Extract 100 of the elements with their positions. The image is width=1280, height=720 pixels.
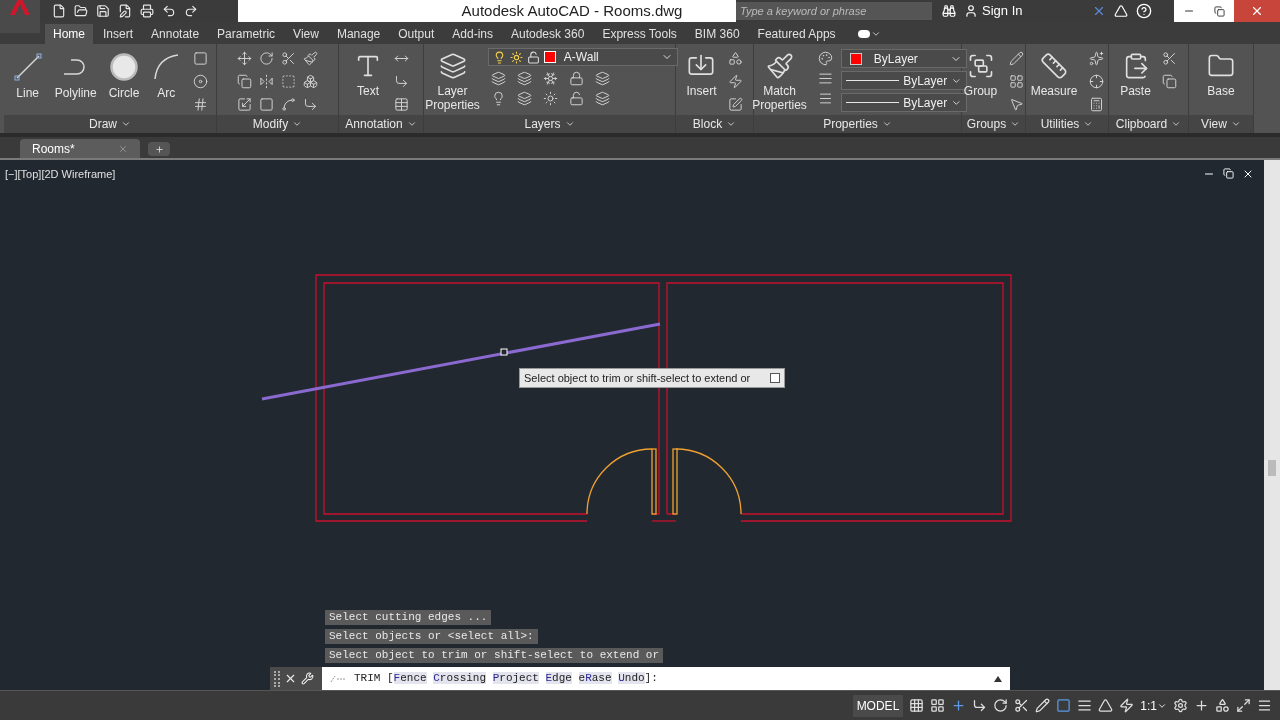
ribbon-tool[interactable]: Text <box>350 48 386 98</box>
sun-icon <box>543 90 559 106</box>
scale-button[interactable]: 1:1 <box>1140 696 1167 715</box>
caret-icon <box>292 119 303 129</box>
search-field[interactable]: Type a keyword or phrase <box>736 2 932 20</box>
cut-icon <box>1162 50 1178 66</box>
redo-button[interactable] <box>184 4 198 18</box>
ribbon-tool[interactable]: Paste <box>1116 48 1155 98</box>
ribbon-tool[interactable]: Line <box>8 48 47 100</box>
panel-title[interactable]: Block <box>676 115 753 133</box>
caret-icon <box>1083 119 1094 129</box>
model-button[interactable]: MODEL <box>852 694 904 717</box>
ribbon-tool[interactable]: Base <box>1203 48 1239 98</box>
print-button[interactable] <box>140 4 154 18</box>
ruler-icon <box>1040 52 1068 80</box>
undo-button[interactable] <box>162 4 176 18</box>
add-icon <box>1194 698 1209 713</box>
ribbon-tab[interactable]: Manage <box>328 24 389 44</box>
ribbon-options-button[interactable] <box>857 29 881 39</box>
settings-button[interactable] <box>1173 698 1188 713</box>
ribbon-tab[interactable]: Featured Apps <box>749 24 844 44</box>
panel-title[interactable]: View <box>1189 115 1253 133</box>
layer-name: A-Wall <box>563 49 600 66</box>
plus-icon <box>154 144 164 154</box>
open-button[interactable] <box>74 4 88 18</box>
scrollbar-thumb[interactable] <box>1268 460 1276 476</box>
ribbon-tool[interactable]: Insert <box>682 48 721 98</box>
new-button[interactable] <box>52 4 66 18</box>
menu-button[interactable] <box>1257 698 1272 713</box>
color-dropdown[interactable]: ByLayer <box>840 49 967 68</box>
ribbon-tab[interactable]: View <box>285 24 327 44</box>
close-icon[interactable] <box>1242 168 1254 180</box>
lightning-icon <box>728 73 743 89</box>
unlock-icon <box>569 90 585 106</box>
panel-title[interactable]: Modify <box>217 115 338 133</box>
panel-title[interactable]: Properties <box>754 115 961 133</box>
layer-dropdown[interactable]: A-Wall <box>487 48 678 66</box>
open-icon <box>74 4 88 18</box>
grid-button[interactable] <box>909 698 925 713</box>
prompt-icon <box>330 674 346 683</box>
binoculars-icon[interactable] <box>942 4 956 18</box>
caret-icon <box>870 29 881 39</box>
grid-icon <box>192 96 208 112</box>
ribbon-tab[interactable]: Insert <box>95 24 142 44</box>
vertical-scrollbar[interactable] <box>1264 160 1280 690</box>
layers-icon <box>595 70 611 86</box>
save-icon <box>96 4 110 18</box>
save-button[interactable] <box>96 4 110 18</box>
ribbon-tool[interactable]: Layer Properties <box>421 48 484 112</box>
ribbon-tab[interactable]: Annotate <box>143 24 208 44</box>
layers-icon <box>595 90 611 106</box>
layers-icon <box>438 52 467 80</box>
pointer-icon <box>1008 96 1024 112</box>
viewport-controls[interactable]: [−][Top][2D Wireframe] <box>5 166 116 183</box>
lock-icon <box>569 70 585 86</box>
panel-title[interactable]: Draw <box>4 115 216 133</box>
caret-icon <box>406 119 417 129</box>
expand-icon <box>770 373 780 383</box>
tooltip-text: Select object to trim or shift-select to extend or <box>524 370 751 386</box>
save-as-button[interactable] <box>118 4 132 18</box>
ribbon-tab[interactable]: Add-ins <box>444 24 501 44</box>
ribbon-tool[interactable]: Polyline <box>50 48 101 100</box>
sparkle-icon <box>1088 50 1104 66</box>
restore-icon <box>1213 5 1225 17</box>
help-icon[interactable] <box>1136 3 1152 19</box>
history-arrow-icon[interactable] <box>994 675 1002 682</box>
ribbon-tab[interactable]: Output <box>390 24 443 44</box>
lineweight-button[interactable] <box>1077 698 1093 713</box>
ribbon-tab[interactable]: Home <box>45 24 93 44</box>
panel-title[interactable]: Utilities <box>1026 115 1108 133</box>
ribbon-tool[interactable]: Measure <box>1026 48 1082 98</box>
curve-icon <box>281 96 296 112</box>
undo-icon <box>162 4 176 18</box>
ribbon-tab[interactable]: Parametric <box>209 24 284 44</box>
toggle-icon <box>857 30 870 38</box>
fullscreen-button[interactable] <box>1236 698 1251 713</box>
command-input[interactable]: TRIM [Fence Crossing Project Edge eRase Undo]: <box>322 667 1010 690</box>
close-icon[interactable] <box>284 672 297 685</box>
ribbon-tool[interactable]: Match Properties <box>748 48 811 112</box>
settings-icon <box>1173 698 1188 713</box>
panel-title[interactable]: Layers <box>424 115 675 133</box>
add-button[interactable] <box>1194 698 1209 713</box>
file-tab[interactable]: Rooms* <box>20 139 140 158</box>
triangle-icon[interactable] <box>1114 4 1128 18</box>
settings-icon[interactable] <box>301 672 314 685</box>
caret-icon <box>564 119 575 129</box>
restore-icon[interactable] <box>1223 168 1234 179</box>
panel-title[interactable]: Groups <box>962 115 1025 133</box>
grip-handle[interactable] <box>500 348 508 356</box>
caret-icon <box>1171 119 1182 129</box>
ribbon-tool[interactable]: Arc <box>147 48 186 100</box>
linetype-icon <box>818 90 834 106</box>
panel-title[interactable]: Annotation <box>339 115 423 133</box>
new-tab-button[interactable] <box>148 142 170 156</box>
ribbon-tab[interactable]: Autodesk 360 <box>503 24 593 44</box>
ribbon-tab[interactable]: BIM 360 <box>686 24 748 44</box>
ribbon-tab[interactable]: Express Tools <box>594 24 685 44</box>
panel-title[interactable]: Clipboard <box>1109 115 1188 133</box>
ribbon-tool[interactable]: Circle <box>104 48 144 100</box>
mirror-icon <box>259 73 274 89</box>
